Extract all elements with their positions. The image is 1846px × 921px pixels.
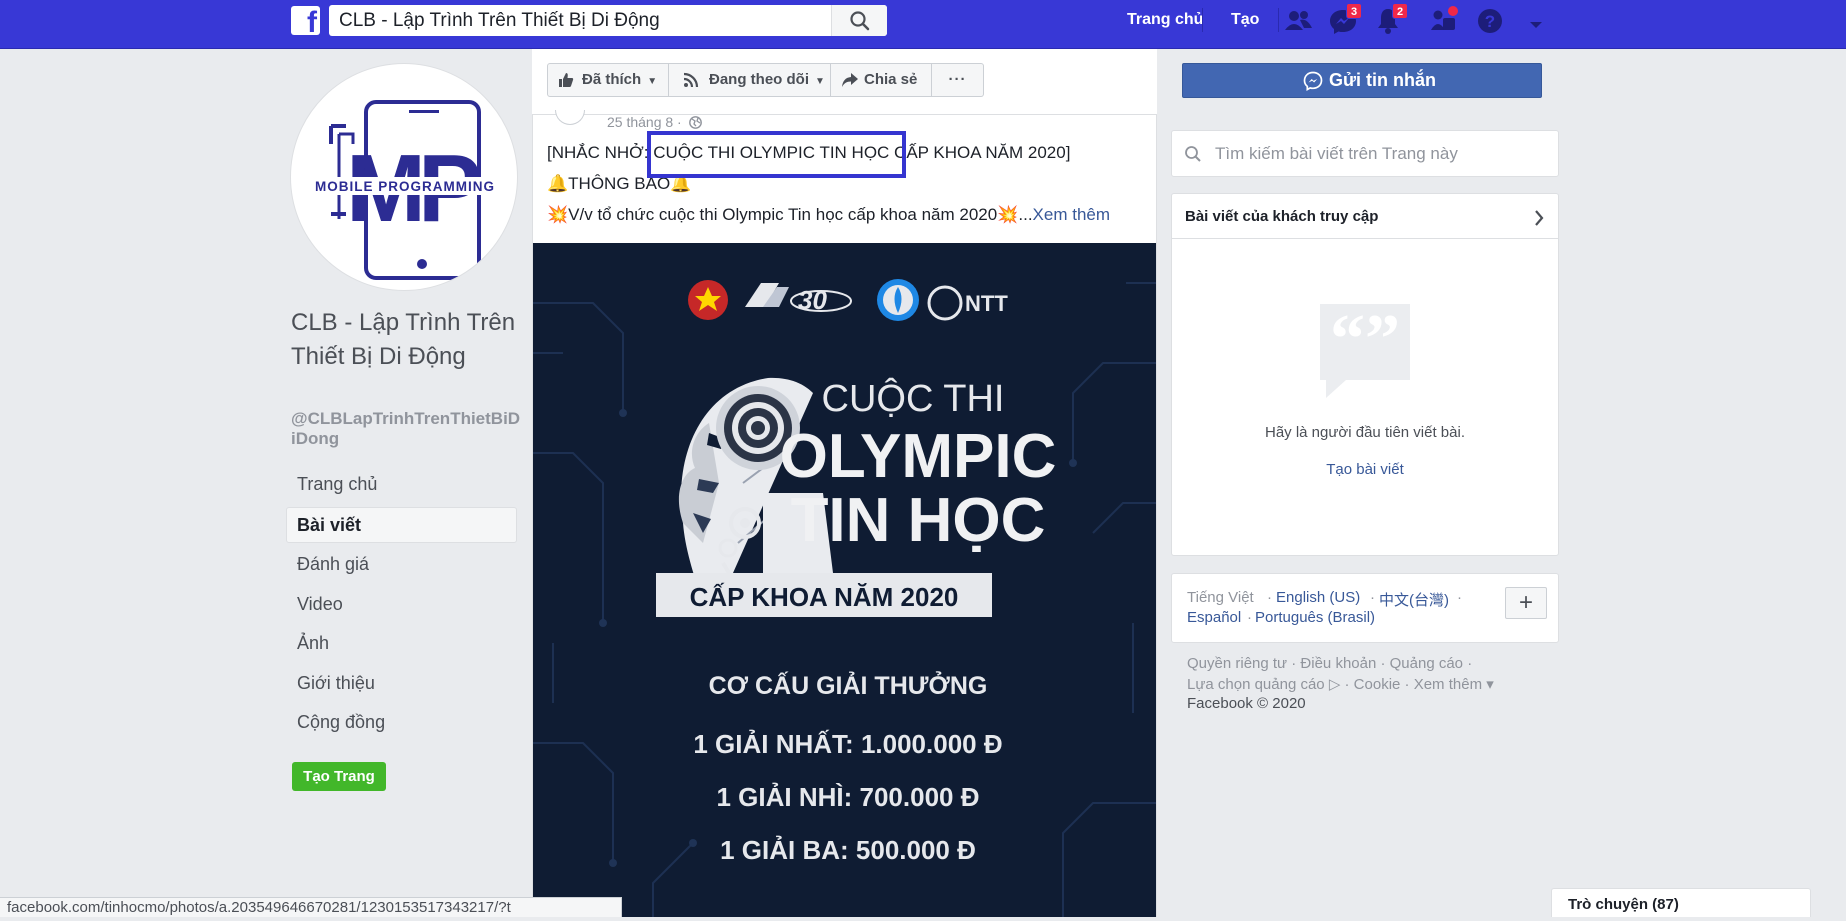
footer-links[interactable]: Lựa chọn quảng cáo ▷ · Cookie · Xem thêm…	[1187, 675, 1494, 693]
page-post-search[interactable]: Tìm kiếm bài viết trên Trang này	[1171, 130, 1559, 177]
svg-text:?: ?	[1485, 12, 1495, 31]
page-post-search-input[interactable]: Tìm kiếm bài viết trên Trang này	[1215, 131, 1458, 176]
chevron-down-icon: ▼	[815, 76, 825, 87]
sidebar-item-community[interactable]: Cộng đồng	[286, 704, 517, 740]
quote-bubble-icon: “”	[1320, 302, 1410, 398]
olympic-poster: 30 NTT CUỘC THI OLYMPIC TIN HỌC CẤP KHOA…	[533, 279, 1156, 917]
sidebar-item-photos[interactable]: Ảnh	[286, 625, 517, 661]
sidebar-item-about[interactable]: Giới thiệu	[286, 665, 517, 701]
share-arrow-icon	[842, 73, 858, 87]
search-input[interactable]: CLB - Lập Trình Trên Thiết Bị Di Động	[339, 5, 819, 36]
svg-text:TIN HỌC: TIN HỌC	[791, 486, 1046, 555]
following-button[interactable]: Đang theo dõi ▼	[669, 63, 831, 97]
create-page-button[interactable]: Tạo Trang	[292, 762, 386, 791]
post-card: 25 tháng 8 · [NHẮC NHỞ: CUỘC THI OLYMPIC…	[532, 110, 1157, 917]
see-more-link[interactable]: Xem thêm	[1033, 205, 1110, 224]
chat-sidebar-toggle[interactable]: Trò chuyện (87)	[1551, 888, 1811, 917]
messenger-icon	[1303, 71, 1323, 91]
post-image[interactable]: 30 NTT CUỘC THI OLYMPIC TIN HỌC CẤP KHOA…	[533, 243, 1156, 917]
post-timestamp[interactable]: 25 tháng 8 ·	[607, 114, 702, 130]
language-spanish[interactable]: Español	[1187, 609, 1241, 626]
search-button[interactable]	[831, 5, 887, 36]
create-post-link[interactable]: Tạo bài viết	[1172, 461, 1558, 478]
nav-create-link[interactable]: Tạo	[1231, 11, 1259, 29]
page-username: @CLBLapTrinhTrenThietBiDiDong	[291, 409, 521, 448]
svg-text:1 GIẢI BA: 500.000 Đ: 1 GIẢI BA: 500.000 Đ	[720, 835, 976, 865]
page-title[interactable]: CLB - Lập Trình Trên Thiết Bị Di Động	[291, 306, 521, 374]
card-divider	[1172, 238, 1558, 239]
search-icon	[850, 11, 870, 31]
share-button[interactable]: Chia sẻ	[831, 63, 932, 97]
language-chinese[interactable]: 中文(台灣)	[1379, 589, 1449, 610]
send-message-button[interactable]: Gửi tin nhắn	[1182, 63, 1542, 98]
nav-home-link[interactable]: Trang chủ	[1127, 11, 1203, 29]
svg-text:1 GIẢI NHÌ: 700.000 Đ: 1 GIẢI NHÌ: 700.000 Đ	[717, 782, 980, 812]
chevron-right-icon[interactable]	[1534, 210, 1544, 226]
thumbs-up-icon	[559, 73, 574, 87]
search-icon	[1185, 146, 1201, 162]
empty-state-message: Hãy là người đầu tiên viết bài.	[1265, 424, 1465, 441]
language-card: Tiếng Việt · English (US) · 中文(台灣) · Esp…	[1171, 573, 1559, 643]
language-english[interactable]: English (US)	[1276, 589, 1360, 606]
svg-text:NTT: NTT	[965, 291, 1008, 316]
sponsor-logos: 30 NTT	[688, 279, 1008, 321]
post-text-line: 💥V/v tổ chức cuộc thi Olympic Tin học cấ…	[547, 205, 1111, 224]
highlight-annotation-box	[647, 131, 906, 178]
liked-button[interactable]: Đã thích ▼	[547, 63, 669, 97]
notifications-icon[interactable]: 2	[1374, 3, 1408, 36]
account-menu-chevron-icon[interactable]	[1520, 6, 1552, 36]
nav-divider	[1278, 8, 1279, 32]
svg-text:1 GIẢI NHẤT: 1.000.000 Đ: 1 GIẢI NHẤT: 1.000.000 Đ	[693, 729, 1002, 759]
svg-text:OLYMPIC: OLYMPIC	[780, 422, 1057, 491]
sidebar-item-posts[interactable]: Bài viết	[286, 507, 517, 543]
help-icon[interactable]: ?	[1474, 6, 1506, 36]
rss-follow-icon	[683, 72, 699, 88]
globe-icon	[688, 116, 702, 129]
search-box[interactable]: CLB - Lập Trình Trên Thiết Bị Di Động	[329, 5, 887, 36]
chevron-down-icon: ▼	[647, 76, 658, 87]
svg-text:CẤP KHOA NĂM 2020: CẤP KHOA NĂM 2020	[690, 582, 959, 612]
notifications-badge: 2	[1392, 3, 1408, 19]
facebook-logo[interactable]: f	[291, 6, 320, 35]
sidebar-item-videos[interactable]: Video	[286, 586, 517, 622]
browser-status-url: facebook.com/tinhocmo/photos/a.203549646…	[0, 897, 622, 917]
add-language-button[interactable]: +	[1505, 587, 1547, 619]
language-portuguese[interactable]: Português (Brasil)	[1255, 609, 1375, 626]
page-action-bar: Đã thích ▼ Đang theo dõi ▼ Chia sẻ ··· Gửi…	[532, 49, 1542, 115]
svg-text:CƠ CẤU GIẢI THƯỞNG: CƠ CẤU GIẢI THƯỞNG	[709, 670, 988, 700]
friend-requests-icon[interactable]	[1283, 6, 1315, 36]
sidebar-item-home[interactable]: Trang chủ	[286, 466, 517, 502]
quick-help-people-icon[interactable]	[1428, 6, 1460, 36]
svg-text:CUỘC THI: CUỘC THI	[822, 376, 1005, 420]
post-author-avatar[interactable]	[555, 110, 585, 125]
sidebar-item-reviews[interactable]: Đánh giá	[286, 546, 517, 582]
more-options-button[interactable]: ···	[932, 63, 984, 97]
messenger-badge: 3	[1346, 3, 1362, 19]
svg-text:“”: “”	[1330, 302, 1400, 378]
copyright: Facebook © 2020	[1187, 695, 1306, 712]
page-profile-picture[interactable]: MP MOBILE PROGRAMMING	[290, 63, 518, 291]
messenger-icon[interactable]: 3	[1328, 3, 1362, 36]
nav-divider	[1202, 8, 1203, 32]
visitor-posts-card: Bài viết của khách truy cập “” Hãy là ng…	[1171, 193, 1559, 556]
footer-links[interactable]: Quyền riêng tư · Điều khoản · Quảng cáo …	[1187, 655, 1472, 672]
language-current: Tiếng Việt	[1187, 589, 1254, 606]
visitor-posts-title[interactable]: Bài viết của khách truy cập	[1185, 208, 1378, 225]
top-navigation-bar: f CLB - Lập Trình Trên Thiết Bị Di Động …	[0, 0, 1846, 49]
svg-text:MOBILE PROGRAMMING: MOBILE PROGRAMMING	[315, 179, 495, 194]
mobile-programming-logo: MP MOBILE PROGRAMMING	[311, 100, 501, 280]
